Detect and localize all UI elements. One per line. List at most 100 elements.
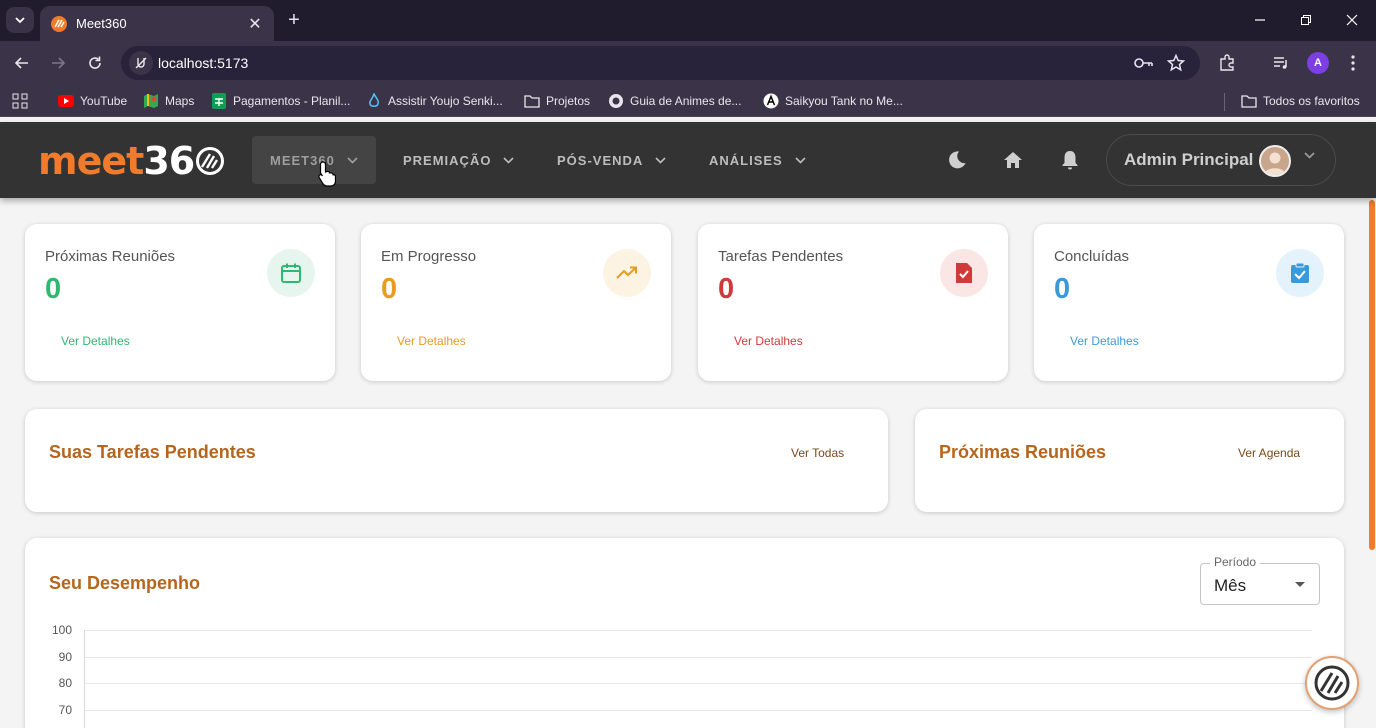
puzzle-icon <box>1220 54 1234 71</box>
chevron-down-icon <box>1304 152 1315 159</box>
site-info-button[interactable] <box>129 51 153 75</box>
stat-value: 0 <box>718 273 735 305</box>
bookmark-youtube[interactable]: YouTube <box>58 92 127 110</box>
tab-title: Meet360 <box>76 16 127 31</box>
url-text[interactable]: localhost:5173 <box>158 55 248 71</box>
more-vertical-icon <box>1351 55 1355 71</box>
arrow-left-icon <box>14 57 28 69</box>
key-icon <box>1134 58 1153 68</box>
back-button[interactable] <box>10 51 34 75</box>
bookmark-label: Saikyou Tank no Me... <box>785 94 903 108</box>
stat-value: 0 <box>45 273 62 305</box>
stat-card-tarefas-pendentes: Tarefas Pendentes 0 Ver Detalhes <box>698 224 1008 381</box>
user-avatar <box>1259 145 1291 177</box>
minimize-button[interactable] <box>1250 10 1270 30</box>
playlist-icon <box>1274 57 1287 69</box>
chat-assistant-button[interactable] <box>1305 656 1359 710</box>
reload-button[interactable] <box>83 51 107 75</box>
ver-detalhes-link[interactable]: Ver Detalhes <box>734 334 803 348</box>
meetings-title: Próximas Reuniões <box>939 442 1107 462</box>
apps-button[interactable] <box>12 92 28 110</box>
nav-label: PREMIAÇÃO <box>403 152 492 168</box>
password-key-button[interactable] <box>1134 53 1154 73</box>
y-grid-line <box>84 683 1312 684</box>
tab-close-icon[interactable]: ✕ <box>246 14 264 34</box>
profile-avatar[interactable]: A <box>1307 52 1329 74</box>
stat-label: Concluídas <box>1054 248 1130 265</box>
forward-button[interactable] <box>46 51 70 75</box>
bookmark-label: Assistir Youjo Senki... <box>388 94 503 108</box>
ver-todas-link[interactable]: Ver Todas <box>791 446 844 460</box>
scrollbar-thumb[interactable] <box>1369 200 1375 550</box>
site-info-icon <box>135 57 147 69</box>
browser-tab-active[interactable]: Meet360 ✕ <box>40 6 274 41</box>
sheets-icon <box>211 93 227 109</box>
meet360-emblem-icon <box>1314 665 1350 701</box>
bookmark-maps[interactable]: Maps <box>143 92 194 110</box>
bookmark-projetos[interactable]: Projetos <box>524 92 590 110</box>
media-control-button[interactable] <box>1270 52 1292 74</box>
bookmark-label: Todos os favoritos <box>1263 94 1360 108</box>
user-menu[interactable]: Admin Principal <box>1106 134 1336 186</box>
address-bar[interactable]: localhost:5173 <box>121 46 1200 80</box>
meetings-panel: Próximas Reuniões Ver Agenda <box>915 409 1344 512</box>
minimize-icon <box>1255 19 1265 21</box>
youtube-icon <box>58 93 74 109</box>
bookmarks-separator <box>1224 93 1225 111</box>
bookmark-star-button[interactable] <box>1166 53 1186 73</box>
all-bookmarks-folder[interactable]: Todos os favoritos <box>1241 92 1360 110</box>
stat-label: Próximas Reuniões <box>45 248 176 265</box>
bookmark-label: Guia de Animes de... <box>630 94 742 108</box>
chevron-down-icon <box>15 17 25 24</box>
site-icon <box>366 93 382 109</box>
ver-detalhes-link[interactable]: Ver Detalhes <box>1070 334 1139 348</box>
home-button[interactable] <box>1001 148 1025 172</box>
bookmark-youjo-senki[interactable]: Assistir Youjo Senki... <box>366 92 503 110</box>
maps-icon <box>143 93 159 109</box>
logo-emblem-icon <box>196 147 225 175</box>
ver-detalhes-link[interactable]: Ver Detalhes <box>61 334 130 348</box>
close-window-button[interactable] <box>1342 10 1362 30</box>
y-tick-label: 80 <box>58 676 72 690</box>
y-tick-label: 90 <box>58 649 72 664</box>
y-grid-line <box>84 709 1312 711</box>
extensions-button[interactable] <box>1216 52 1238 74</box>
reload-icon <box>89 56 101 69</box>
nav-pos-venda[interactable]: PÓS-VENDA <box>539 136 684 184</box>
restore-button[interactable] <box>1296 10 1316 30</box>
y-tick-label: 100 <box>51 623 72 637</box>
performance-title: Seu Desempenho <box>49 573 201 593</box>
page-scrollbar[interactable] <box>1368 200 1376 550</box>
ver-detalhes-link[interactable]: Ver Detalhes <box>397 334 466 348</box>
trending-up-icon <box>603 249 651 297</box>
person-icon <box>1264 152 1286 175</box>
new-tab-button[interactable]: + <box>284 9 304 31</box>
mouse-pointer-icon <box>318 161 336 187</box>
nav-analises[interactable]: ANÁLISES <box>691 136 824 184</box>
ver-agenda-link[interactable]: Ver Agenda <box>1238 446 1300 460</box>
stat-value: 0 <box>381 273 398 305</box>
arrow-right-icon <box>52 57 66 69</box>
nav-premiacao[interactable]: PREMIAÇÃO <box>385 136 532 184</box>
meet360-logo[interactable]: meet 36 <box>38 139 225 183</box>
bookmark-guia-animes[interactable]: Guia de Animes de... <box>608 92 741 110</box>
stat-label: Tarefas Pendentes <box>718 248 844 265</box>
y-grid-line <box>84 630 1312 631</box>
period-value: Mês <box>1214 576 1247 595</box>
calendar-icon <box>267 249 315 297</box>
bookmark-pagamentos[interactable]: Pagamentos - Planil... <box>211 92 350 110</box>
y-tick-label: 70 <box>58 702 72 717</box>
dark-mode-toggle[interactable] <box>945 148 969 172</box>
notifications-button[interactable] <box>1058 148 1082 172</box>
period-select[interactable]: Período Mês <box>1200 555 1320 605</box>
bell-icon <box>1062 151 1078 170</box>
bookmark-label: Pagamentos - Planil... <box>233 94 351 108</box>
browser-menu-button[interactable] <box>1342 52 1364 74</box>
chevron-down-icon <box>655 156 666 164</box>
stat-card-em-progresso: Em Progresso 0 Ver Detalhes <box>361 224 671 381</box>
nav-meet360[interactable]: MEET360 <box>252 136 376 184</box>
tab-search-button[interactable] <box>6 7 34 33</box>
star-icon <box>1167 54 1185 72</box>
stat-card-proximas-reunioes: Próximas Reuniões 0 Ver Detalhes <box>25 224 335 381</box>
bookmark-saikyou-tank[interactable]: Saikyou Tank no Me... <box>763 92 903 110</box>
